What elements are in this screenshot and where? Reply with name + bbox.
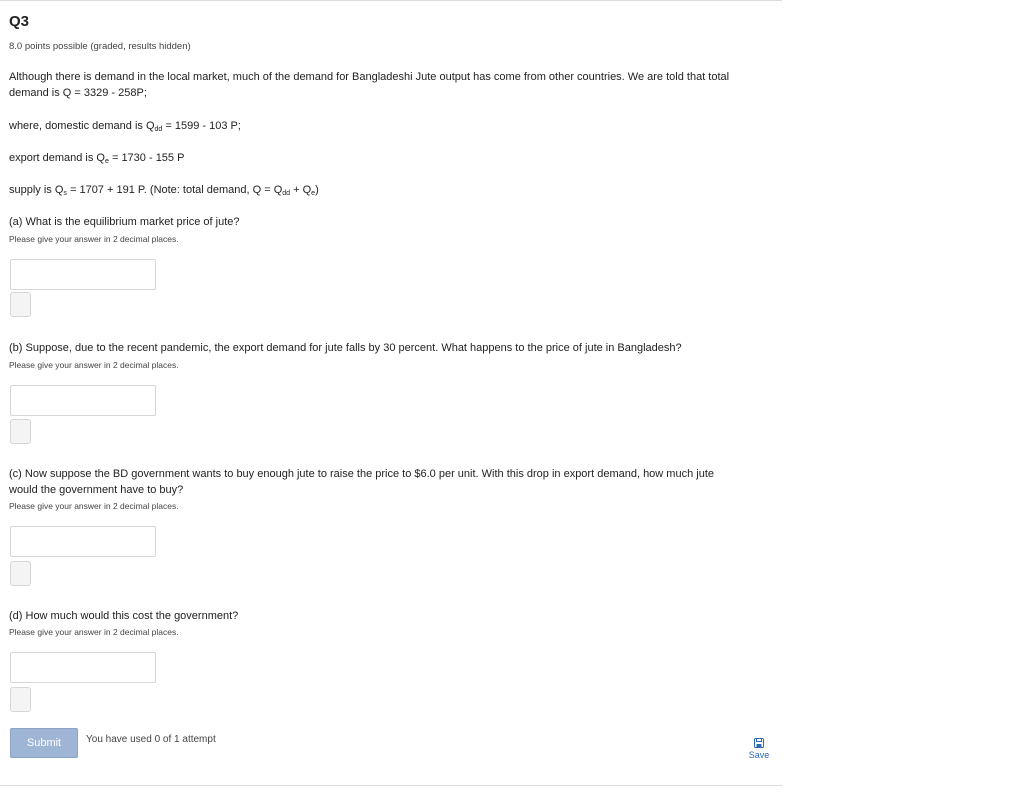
- part-b-answer-input[interactable]: [10, 385, 156, 416]
- part-d-status-indicator: [10, 687, 31, 712]
- supply-mid-2: + Q: [290, 184, 312, 196]
- part-d-answer-input[interactable]: [10, 652, 156, 683]
- intro-line-1: Although there is demand in the local ma…: [9, 71, 730, 83]
- points-info: 8.0 points possible (graded, results hid…: [9, 41, 191, 52]
- domestic-rest: = 1599 - 103 P;: [162, 120, 241, 132]
- part-c-status-indicator: [10, 561, 31, 586]
- supply-mid: = 1707 + 191 P. (Note: total demand, Q =…: [66, 184, 283, 196]
- supply-subscript: s: [63, 190, 67, 197]
- part-d-question: (d) How much would this cost the governm…: [9, 610, 239, 622]
- attempts-info: You have used 0 of 1 attempt: [86, 734, 216, 745]
- intro-line-2: demand is Q = 3329 - 258P;: [9, 87, 147, 99]
- export-rest: = 1730 - 155 P: [108, 152, 185, 164]
- part-b-hint: Please give your answer in 2 decimal pla…: [9, 360, 179, 370]
- export-demand-equation: export demand is Qe = 1730 - 155 P: [9, 150, 784, 168]
- submit-button[interactable]: Submit: [10, 728, 78, 758]
- intro-text: Although there is demand in the local ma…: [9, 69, 784, 101]
- bottom-divider: [0, 785, 782, 786]
- supply-subscript-e: e: [311, 190, 316, 197]
- part-c-question: (c) Now suppose the BD government wants …: [9, 466, 784, 498]
- question-title: Q3: [9, 13, 30, 30]
- export-subscript: e: [105, 158, 109, 165]
- domestic-prefix: where, domestic demand is Q: [9, 120, 155, 132]
- part-c-answer-input[interactable]: [10, 526, 156, 557]
- save-label: Save: [748, 750, 770, 760]
- supply-equation: supply is Qs = 1707 + 191 P. (Note: tota…: [9, 182, 784, 200]
- part-a-hint: Please give your answer in 2 decimal pla…: [9, 234, 179, 244]
- part-c-question-line-1: (c) Now suppose the BD government wants …: [9, 468, 714, 480]
- part-d-hint: Please give your answer in 2 decimal pla…: [9, 627, 179, 637]
- part-b-status-indicator: [10, 419, 31, 444]
- supply-end: ): [315, 184, 319, 196]
- domestic-demand-equation: where, domestic demand is Qdd = 1599 - 1…: [9, 118, 784, 136]
- save-button[interactable]: Save: [744, 738, 774, 760]
- domestic-subscript: dd: [154, 126, 163, 133]
- top-divider: [0, 0, 782, 1]
- part-a-question: (a) What is the equilibrium market price…: [9, 216, 240, 228]
- part-a-answer-input[interactable]: [10, 259, 156, 290]
- part-c-hint: Please give your answer in 2 decimal pla…: [9, 501, 179, 511]
- export-prefix: export demand is Q: [9, 152, 105, 164]
- floppy-disk-icon: [754, 738, 764, 748]
- supply-prefix: supply is Q: [9, 184, 64, 196]
- part-b-question: (b) Suppose, due to the recent pandemic,…: [9, 342, 682, 354]
- part-c-question-line-2: would the government have to buy?: [9, 484, 184, 496]
- part-a-status-indicator: [10, 292, 31, 317]
- supply-subscript-dd: dd: [282, 190, 291, 197]
